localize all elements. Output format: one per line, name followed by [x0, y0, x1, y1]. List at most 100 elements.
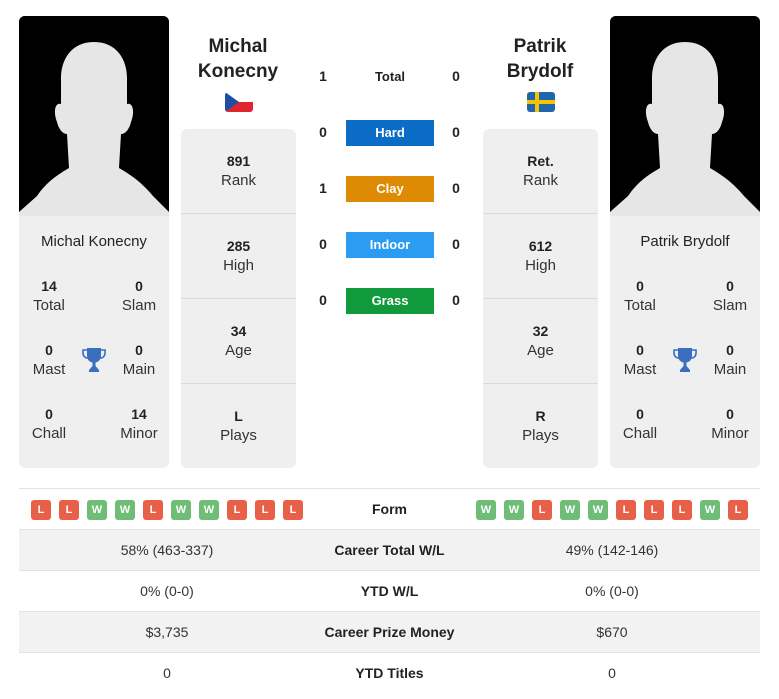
form-loss-badge[interactable]: L [31, 500, 51, 520]
player-full-name[interactable]: Michal Konecny [19, 233, 169, 250]
form-loss-badge[interactable]: L [59, 500, 79, 520]
titles-chall-value: 0 [636, 406, 644, 422]
player-full-name[interactable]: Patrik Brydolf [610, 233, 760, 250]
form-loss-badge[interactable]: L [644, 500, 664, 520]
form-loss-badge[interactable]: L [255, 500, 275, 520]
table-row: $3,735 Career Prize Money $670 [19, 611, 760, 652]
player-photo-right [610, 16, 760, 216]
titles-total-value: 0 [636, 278, 644, 294]
form-win-badge[interactable]: W [560, 500, 580, 520]
form-win-badge[interactable]: W [588, 500, 608, 520]
ytd-titles-right: 0 [608, 665, 616, 681]
silhouette-icon [19, 16, 169, 216]
high-cell: 285 High [181, 214, 296, 299]
player-photo-left [19, 16, 169, 216]
form-loss-badge[interactable]: L [227, 500, 247, 520]
form-win-badge[interactable]: W [171, 500, 191, 520]
titles-chall-label: Chall [31, 425, 67, 442]
player-first-name: Michal [208, 36, 268, 57]
titles-chall-label: Chall [622, 425, 658, 442]
titles-total: 0 Total [610, 276, 670, 316]
table-row: 0 YTD Titles 0 [19, 652, 760, 693]
titles-total-label: Total [33, 297, 65, 314]
ytd-wl-right: 0% (0-0) [585, 583, 639, 599]
comparison-table: LLWWLWWLLL Form WWLWWLLLWL 58% (463-337)… [19, 488, 760, 693]
h2h-left-value: 1 [319, 180, 327, 196]
player-name-heading-right[interactable]: Patrik Brydolf [470, 34, 610, 84]
plays-label: Plays [522, 427, 559, 444]
silhouette-icon [610, 16, 760, 216]
career-wl-right: 49% (142-146) [565, 542, 659, 558]
age-label: Age [225, 342, 252, 359]
titles-main-label: Main [122, 361, 156, 378]
form-win-badge[interactable]: W [115, 500, 135, 520]
trophy-icon [673, 348, 697, 372]
titles-minor-value: 0 [726, 406, 734, 422]
form-loss-badge[interactable]: L [728, 500, 748, 520]
surface-badge-grass[interactable]: Grass [346, 288, 434, 314]
career-wl-left: 58% (463-337) [120, 542, 214, 558]
surface-badge-hard[interactable]: Hard [346, 120, 434, 146]
form-loss-badge[interactable]: L [616, 500, 636, 520]
ytd-wl-label: YTD W/L [360, 583, 419, 599]
h2h-right-value: 0 [452, 292, 460, 308]
table-row: 58% (463-337) Career Total W/L 49% (142-… [19, 529, 760, 570]
rank-value: 891 [226, 153, 251, 169]
player-card-right: Patrik Brydolf 0 Total 0 Slam 0 Mast 0 M… [610, 216, 760, 468]
h2h-row-hard: 0 Hard 0 [300, 120, 480, 146]
titles-slam-value: 0 [135, 278, 143, 294]
surface-badge-clay[interactable]: Clay [346, 176, 434, 202]
high-value: 612 [528, 238, 553, 254]
trophy-icon [82, 348, 106, 372]
player-last-name: Konecny [197, 61, 279, 82]
titles-total-label: Total [624, 297, 656, 314]
titles-mast: 0 Mast [610, 340, 670, 380]
rank-cell: 891 Rank [181, 129, 296, 214]
titles-mast-label: Mast [32, 361, 66, 378]
titles-total-value: 14 [41, 278, 57, 294]
titles-mast-value: 0 [636, 342, 644, 358]
career-wl-label: Career Total W/L [334, 542, 445, 558]
form-loss-badge[interactable]: L [672, 500, 692, 520]
h2h-left-value: 0 [319, 236, 327, 252]
titles-slam: 0 Slam [700, 276, 760, 316]
prize-money-right: $670 [596, 624, 628, 640]
rank-label: Rank [522, 172, 559, 189]
h2h-total-label: Total [374, 69, 406, 84]
h2h-row-grass: 0 Grass 0 [300, 288, 480, 314]
form-win-badge[interactable]: W [700, 500, 720, 520]
rank-value: Ret. [527, 153, 554, 169]
form-win-badge[interactable]: W [476, 500, 496, 520]
czech-flag-icon [225, 92, 253, 112]
player-name-heading-left[interactable]: Michal Konecny [168, 34, 308, 84]
h2h-row-indoor: 0 Indoor 0 [300, 232, 480, 258]
h2h-right-value: 0 [452, 236, 460, 252]
h2h-left-value: 0 [319, 124, 327, 140]
plays-cell: L Plays [181, 384, 296, 469]
high-value: 285 [226, 238, 251, 254]
form-label: Form [372, 501, 407, 517]
surface-badge-indoor[interactable]: Indoor [346, 232, 434, 258]
age-label: Age [527, 342, 554, 359]
form-win-badge[interactable]: W [504, 500, 524, 520]
form-loss-badge[interactable]: L [143, 500, 163, 520]
titles-slam-value: 0 [726, 278, 734, 294]
form-loss-badge[interactable]: L [532, 500, 552, 520]
h2h-left-value: 1 [319, 68, 327, 84]
age-cell: 34 Age [181, 299, 296, 384]
form-loss-badge[interactable]: L [283, 500, 303, 520]
player-first-name: Patrik [513, 36, 567, 57]
titles-main-label: Main [713, 361, 747, 378]
form-row: LLWWLWWLLL Form WWLWWLLLWL [19, 488, 760, 529]
h2h-row-total: 1 Total 0 [300, 64, 480, 90]
rank-card-right: Ret. Rank 612 High 32 Age R Plays [483, 129, 598, 468]
plays-cell: R Plays [483, 384, 598, 469]
form-win-badge[interactable]: W [87, 500, 107, 520]
form-win-badge[interactable]: W [199, 500, 219, 520]
age-value: 32 [532, 323, 549, 339]
titles-chall: 0 Chall [610, 404, 670, 444]
high-label: High [223, 257, 254, 274]
plays-label: Plays [220, 427, 257, 444]
titles-slam: 0 Slam [109, 276, 169, 316]
table-row: 0% (0-0) YTD W/L 0% (0-0) [19, 570, 760, 611]
